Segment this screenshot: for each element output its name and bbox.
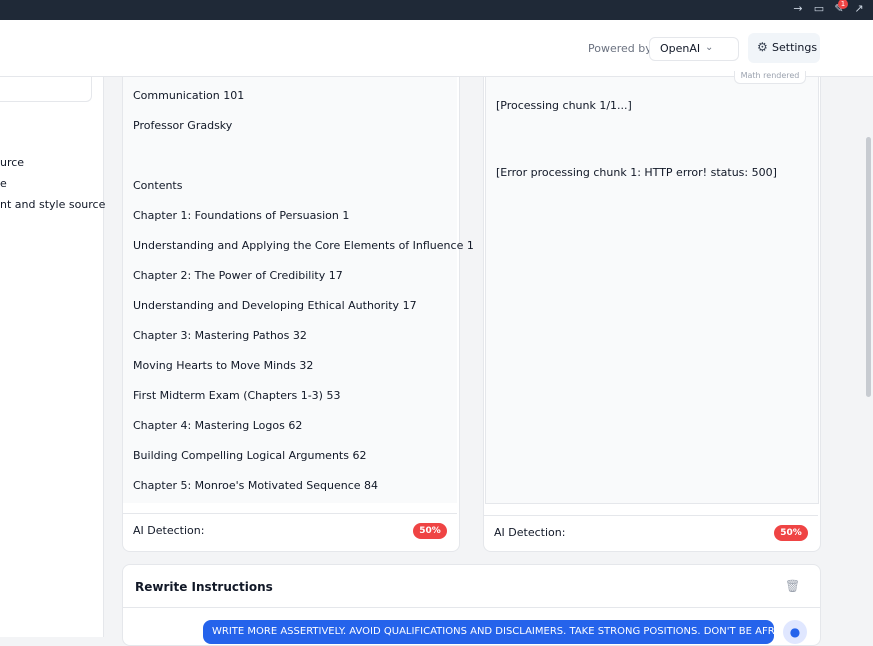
sidebar-option-source[interactable]: urce (0, 156, 24, 169)
sidebar-option-style[interactable]: e (0, 177, 7, 190)
ai-detection-badge: 50% (413, 523, 447, 539)
input-document[interactable]: Communication 101 Professor Gradsky Cont… (123, 77, 474, 503)
settings-button[interactable]: ⚙ Settings (748, 33, 820, 63)
doc-line: Contents (133, 179, 183, 192)
doc-line: Understanding and Applying the Core Elem… (133, 239, 474, 252)
doc-line: Communication 101 (133, 89, 245, 102)
input-panel: Communication 101 Professor Gradsky Cont… (122, 77, 474, 552)
doc-line: Chapter 4: Mastering Logos 62 (133, 419, 303, 432)
output-ai-detection: AI Detection: 50% (484, 515, 818, 550)
output-line: [Error processing chunk 1: HTTP error! s… (496, 166, 777, 179)
doc-line: Building Compelling Logical Arguments 62 (133, 449, 367, 462)
instruction-message[interactable]: WRITE MORE ASSERTIVELY. AVOID QUALIFICAT… (203, 620, 774, 644)
arrow-icon[interactable]: → (791, 2, 805, 16)
doc-line: Chapter 3: Mastering Pathos 32 (133, 329, 307, 342)
doc-line: First Midterm Exam (Chapters 1-3) 53 (133, 389, 341, 402)
doc-line: Understanding and Developing Ethical Aut… (133, 299, 417, 312)
trash-icon[interactable]: 🗑 (785, 579, 800, 593)
rewrite-instructions-panel: Rewrite Instructions 🗑 WRITE MORE ASSERT… (122, 564, 821, 646)
sidebar-input[interactable] (0, 77, 92, 102)
monitor-icon[interactable]: ▭ (812, 2, 826, 16)
doc-line: Moving Hearts to Move Minds 32 (133, 359, 314, 372)
doc-line: Chapter 2: The Power of Credibility 17 (133, 269, 343, 282)
scrollbar-thumb[interactable] (866, 137, 871, 397)
gear-icon: ⚙ (757, 40, 768, 54)
output-panel: Math rendered [Processing chunk 1/1...] … (483, 71, 821, 552)
notification-badge: 1 (838, 0, 848, 9)
output-document[interactable]: Math rendered [Processing chunk 1/1...] … (485, 71, 819, 504)
window-top-bar: → ▭ ✎ 1 ↗ (0, 0, 873, 20)
provider-select[interactable]: OpenAI ⌄ (649, 37, 739, 61)
provider-value: OpenAI (660, 42, 701, 55)
ai-detection-badge: 50% (774, 525, 808, 541)
sidebar: urce e nt and style source (0, 77, 105, 637)
ai-detection-label: AI Detection: (494, 526, 566, 539)
external-link-icon[interactable]: ↗ (852, 2, 866, 16)
app-header: Powered by OpenAI ⌄ ⚙ Settings (0, 20, 873, 77)
doc-line: Chapter 1: Foundations of Persuasion 1 (133, 209, 350, 222)
settings-label: Settings (772, 41, 818, 54)
doc-line: Chapter 5: Monroe's Motivated Sequence 8… (133, 479, 379, 492)
math-rendered-tag: Math rendered (734, 71, 806, 84)
user-avatar-icon: ● (783, 620, 807, 644)
input-ai-detection: AI Detection: 50% (123, 513, 457, 548)
powered-by-label: Powered by (588, 42, 652, 55)
ai-detection-label: AI Detection: (133, 524, 205, 537)
output-line: [Processing chunk 1/1...] (496, 99, 632, 112)
rewrite-instructions-title: Rewrite Instructions (135, 580, 273, 594)
doc-line: Professor Gradsky (133, 119, 233, 132)
chevron-down-icon: ⌄ (705, 42, 714, 53)
divider (123, 607, 820, 608)
sidebar-option-content-and-style[interactable]: nt and style source (0, 198, 105, 211)
